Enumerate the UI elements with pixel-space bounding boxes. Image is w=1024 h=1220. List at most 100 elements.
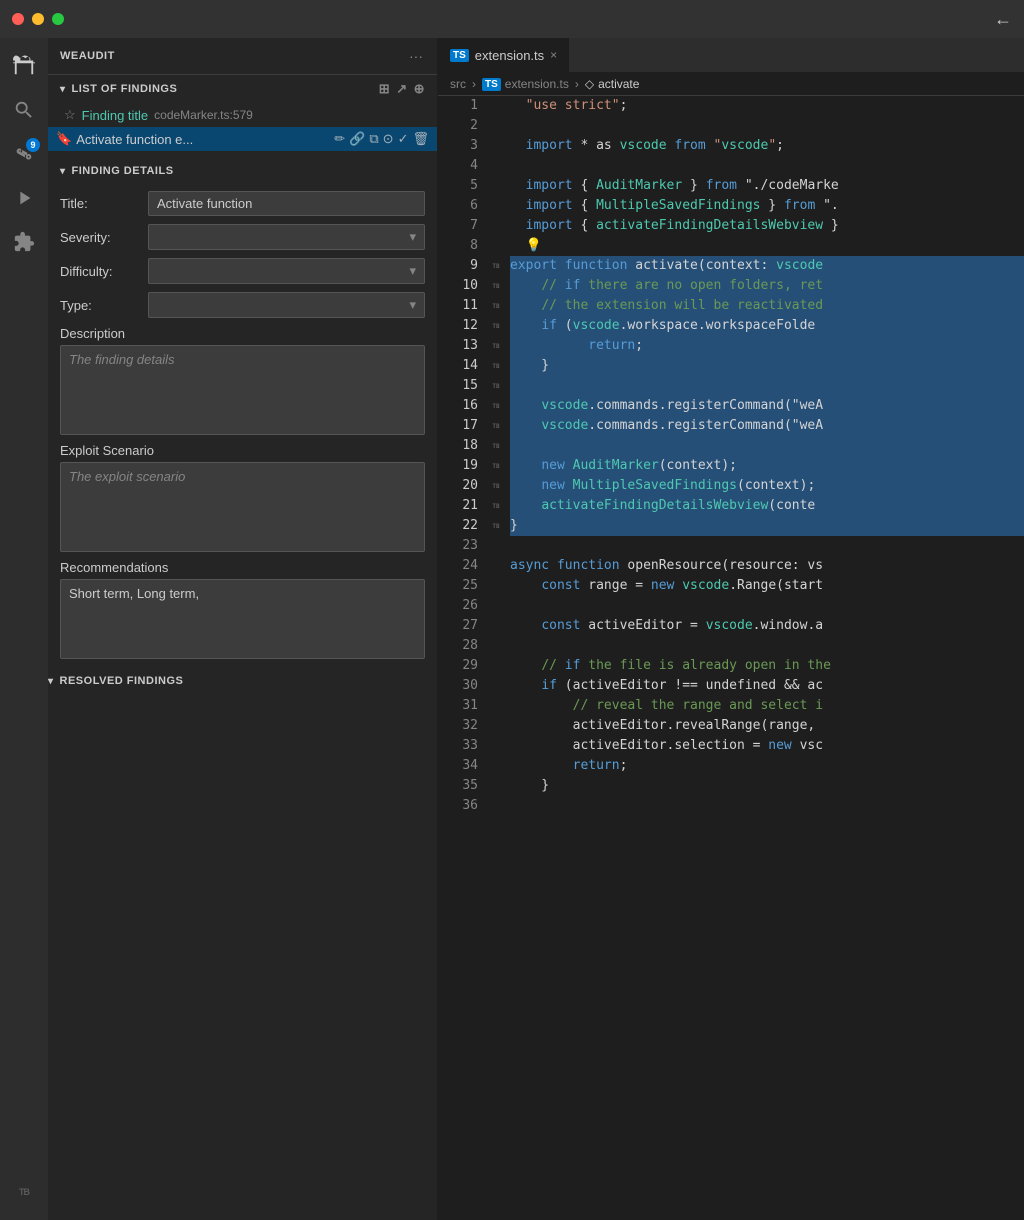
code-editor: 1234567891011121314151617181920212223242… [438, 96, 1024, 1220]
check-icon[interactable]: ✓ [398, 131, 409, 147]
back-button[interactable]: ← [994, 9, 1012, 30]
breadcrumb-fn: activate [598, 77, 639, 91]
github-icon[interactable]: ⊙ [383, 131, 394, 147]
bookmark-icon: 🔖 [56, 131, 72, 147]
line-number: 18 [446, 436, 478, 456]
code-line: if (vscode.workspace.workspaceFolde [510, 316, 1024, 336]
active-finding-row[interactable]: 🔖 Activate function e... ✏ 🔗 ⧉ ⊙ ✓ 🗑 [48, 127, 437, 151]
description-section: Description The finding details [60, 326, 425, 435]
menu-icon[interactable]: ··· [407, 46, 425, 66]
line-number: 21 [446, 496, 478, 516]
line-number: 35 [446, 776, 478, 796]
type-select[interactable]: ▾ [148, 292, 425, 318]
chevron-down-icon-5: ▾ [409, 297, 416, 313]
recommendations-textarea[interactable]: Short term, Long term, [60, 579, 425, 659]
source-control-icon[interactable]: 9 [4, 134, 44, 174]
resolved-findings-label: RESOLVED FINDINGS [60, 675, 184, 687]
line-number: 34 [446, 756, 478, 776]
line-numbers: 1234567891011121314151617181920212223242… [438, 96, 486, 1220]
trail-icon [486, 196, 506, 216]
line-number: 36 [446, 796, 478, 816]
sidebar: WEAUDIT ··· ▾ LIST OF FINDINGS ⊞ ↗ ⊕ ☆ F… [48, 38, 438, 1220]
trailbits-icon[interactable]: TB [4, 1172, 44, 1212]
finding-title-text: Finding title [82, 108, 148, 123]
code-line: const activeEditor = vscode.window.a [510, 616, 1024, 636]
table-icon[interactable]: ⊞ [379, 81, 390, 97]
code-line: export function activate(context: vscode [510, 256, 1024, 276]
code-line [510, 436, 1024, 456]
trail-icon [486, 776, 506, 796]
trail-icon [486, 556, 506, 576]
line-number: 14 [446, 356, 478, 376]
breadcrumb: src › TS extension.ts › ◇ activate [438, 73, 1024, 96]
trail-icon: TB [486, 336, 506, 356]
extensions-icon[interactable] [4, 222, 44, 262]
line-number: 5 [446, 176, 478, 196]
edit-icon[interactable]: ✏ [334, 131, 345, 147]
line-number: 10 [446, 276, 478, 296]
line-number: 24 [446, 556, 478, 576]
finding-details-panel: Title: Activate function Severity: ▾ Dif… [48, 183, 437, 675]
maximize-window-button[interactable] [52, 13, 64, 25]
exploit-scenario-textarea[interactable]: The exploit scenario [60, 462, 425, 552]
trail-icon [486, 676, 506, 696]
resolved-findings-header[interactable]: ▾ RESOLVED FINDINGS [48, 675, 437, 687]
line-number: 33 [446, 736, 478, 756]
code-line: // if the file is already open in the [510, 656, 1024, 676]
code-line [510, 376, 1024, 396]
search-icon[interactable] [4, 90, 44, 130]
link-icon[interactable]: 🔗 [349, 131, 365, 147]
code-line: activeEditor.selection = new vsc [510, 736, 1024, 756]
line-number: 3 [446, 136, 478, 156]
minimize-window-button[interactable] [32, 13, 44, 25]
finding-title-item[interactable]: ☆ Finding title codeMarker.ts:579 [48, 103, 437, 127]
star-icon: ☆ [64, 107, 76, 123]
title-input[interactable]: Activate function [148, 191, 425, 216]
tab-filename: extension.ts [475, 48, 544, 63]
trail-icon [486, 616, 506, 636]
breadcrumb-src: src [450, 77, 466, 91]
explorer-icon[interactable] [4, 46, 44, 86]
severity-label: Severity: [60, 230, 140, 245]
run-debug-icon[interactable] [4, 178, 44, 218]
difficulty-select[interactable]: ▾ [148, 258, 425, 284]
tab-close-button[interactable]: × [550, 48, 557, 62]
list-of-findings-header[interactable]: ▾ LIST OF FINDINGS ⊞ ↗ ⊕ [48, 75, 437, 103]
extension-ts-tab[interactable]: TS extension.ts × [438, 38, 570, 72]
code-content[interactable]: "use strict"; import * as vscode from "v… [506, 96, 1024, 1220]
trail-icon [486, 96, 506, 116]
breadcrumb-ts-badge: TS [482, 78, 501, 91]
trail-icon [486, 536, 506, 556]
code-line: // reveal the range and select i [510, 696, 1024, 716]
code-line: // if there are no open folders, ret [510, 276, 1024, 296]
chevron-down-icon-4: ▾ [409, 263, 416, 279]
code-line: import { MultipleSavedFindings } from ". [510, 196, 1024, 216]
line-number: 1 [446, 96, 478, 116]
delete-icon[interactable]: 🗑 [412, 131, 429, 147]
code-line: } [510, 776, 1024, 796]
code-line: "use strict"; [510, 96, 1024, 116]
code-line: vscode.commands.registerCommand("weA [510, 396, 1024, 416]
share-icon[interactable]: ↗ [396, 81, 407, 97]
trail-icon: TB [486, 516, 506, 536]
finding-details-label: FINDING DETAILS [72, 165, 174, 177]
line-number: 30 [446, 676, 478, 696]
line-number: 26 [446, 596, 478, 616]
description-textarea[interactable]: The finding details [60, 345, 425, 435]
title-label: Title: [60, 196, 140, 211]
trail-icon: TB [486, 296, 506, 316]
sidebar-actions: ··· [407, 46, 425, 66]
copy-icon[interactable]: ⧉ [369, 131, 378, 147]
title-field-row: Title: Activate function [60, 191, 425, 216]
breadcrumb-sep1: › [472, 77, 476, 91]
export-icon[interactable]: ⊕ [414, 81, 425, 97]
recommendations-label: Recommendations [60, 560, 425, 575]
ts-badge: TS [450, 49, 469, 62]
close-window-button[interactable] [12, 13, 24, 25]
severity-select[interactable]: ▾ [148, 224, 425, 250]
breadcrumb-fn-icon: ◇ [585, 77, 594, 91]
finding-details-header[interactable]: ▾ FINDING DETAILS [48, 159, 437, 183]
line-number: 13 [446, 336, 478, 356]
line-number: 28 [446, 636, 478, 656]
code-line: if (activeEditor !== undefined && ac [510, 676, 1024, 696]
